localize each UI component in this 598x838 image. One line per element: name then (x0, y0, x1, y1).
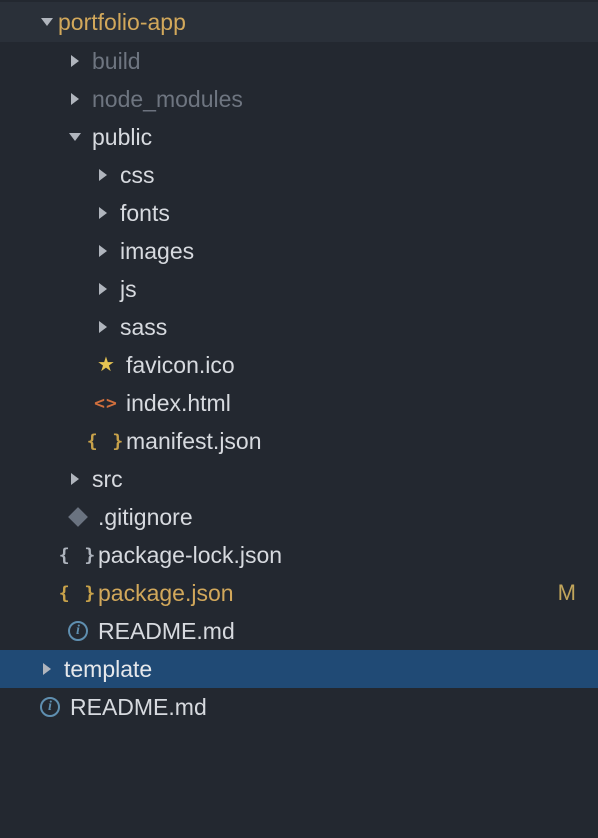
html-icon: <> (94, 393, 118, 414)
folder-row[interactable]: css (0, 156, 598, 194)
info-icon: i (68, 621, 88, 641)
folder-label: fonts (120, 200, 170, 227)
json-icon: { } (59, 545, 98, 566)
file-label: .gitignore (98, 504, 193, 531)
file-label: index.html (126, 390, 231, 417)
diamond-icon (68, 507, 88, 527)
folder-label: css (120, 162, 155, 189)
file-row[interactable]: { }package.json M (0, 574, 598, 612)
folder-label: portfolio-app (58, 9, 186, 36)
folder-label: images (120, 238, 194, 265)
folder-label: src (92, 466, 123, 493)
file-label: favicon.ico (126, 352, 235, 379)
json-icon: { } (87, 431, 126, 452)
folder-row[interactable]: src (0, 460, 598, 498)
folder-label: build (92, 48, 141, 75)
star-icon: ★ (97, 355, 115, 375)
info-icon: i (40, 697, 60, 717)
file-row[interactable]: ★ favicon.ico (0, 346, 598, 384)
chevron-right-icon (99, 321, 107, 333)
folder-row[interactable]: build (0, 42, 598, 80)
chevron-right-icon (43, 663, 51, 675)
file-row[interactable]: { }package-lock.json (0, 536, 598, 574)
folder-row[interactable]: public (0, 118, 598, 156)
modified-status: M (558, 580, 576, 606)
chevron-right-icon (71, 473, 79, 485)
file-label: package.json (98, 580, 234, 607)
file-label: README.md (70, 694, 207, 721)
chevron-right-icon (99, 245, 107, 257)
folder-label: public (92, 124, 152, 151)
chevron-right-icon (99, 283, 107, 295)
chevron-right-icon (71, 55, 79, 67)
folder-label: sass (120, 314, 167, 341)
file-label: README.md (98, 618, 235, 645)
file-row[interactable]: i README.md (0, 612, 598, 650)
file-row[interactable]: <> index.html (0, 384, 598, 422)
folder-label: js (120, 276, 137, 303)
folder-row[interactable]: template (0, 650, 598, 688)
tree-root-row[interactable]: portfolio-app (0, 2, 598, 42)
file-tree: portfolio-app build node_modulespublic css… (0, 0, 598, 726)
chevron-right-icon (99, 169, 107, 181)
folder-row[interactable]: images (0, 232, 598, 270)
file-row[interactable]: .gitignore (0, 498, 598, 536)
chevron-down-icon (41, 18, 53, 26)
chevron-right-icon (71, 93, 79, 105)
folder-row[interactable]: js (0, 270, 598, 308)
folder-row[interactable]: sass (0, 308, 598, 346)
file-row[interactable]: i README.md (0, 688, 598, 726)
file-label: manifest.json (126, 428, 262, 455)
chevron-right-icon (99, 207, 107, 219)
chevron-down-icon (69, 133, 81, 141)
file-label: package-lock.json (98, 542, 282, 569)
json-icon: { } (59, 583, 98, 604)
folder-row[interactable]: fonts (0, 194, 598, 232)
folder-label: template (64, 656, 152, 683)
file-row[interactable]: { }manifest.json (0, 422, 598, 460)
folder-row[interactable]: node_modules (0, 80, 598, 118)
folder-label: node_modules (92, 86, 243, 113)
